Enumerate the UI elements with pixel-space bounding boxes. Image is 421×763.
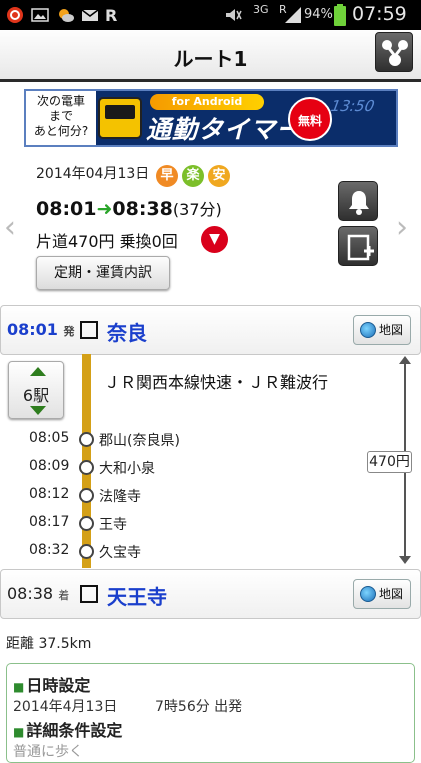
datetime-time: 7時56分 出発	[155, 699, 243, 715]
title-bar: ルート1	[0, 30, 421, 82]
train-line-name: ＪＲ関西本線快速・ＪＲ難波行	[104, 373, 329, 392]
chevron-down-icon: ▼	[209, 231, 220, 247]
train-icon	[98, 97, 142, 139]
app-notification-icon	[7, 7, 23, 23]
clock: 07:59	[352, 3, 407, 25]
page-title: ルート1	[173, 47, 248, 71]
banner-platform: for Android	[150, 94, 264, 110]
stop-row: 08:05 郡山(奈良県)	[29, 430, 180, 449]
arrival-time: 08:38 着	[7, 584, 70, 603]
globe-icon	[360, 322, 376, 338]
stop-row: 08:32 久宝寺	[29, 542, 141, 561]
app-logo-icon: R	[105, 6, 117, 24]
banner-digits: 13:50	[327, 97, 378, 115]
previous-route-arrow[interactable]: ‹	[4, 210, 16, 245]
departure-time: 08:01 発	[7, 320, 75, 339]
stop-dot-icon	[79, 432, 94, 447]
image-icon	[31, 8, 49, 22]
ad-banner[interactable]: 次の電車 まで あと何分? for Android 通勤タイマー 無料 13:5…	[24, 89, 398, 147]
fare-breakdown-button[interactable]: 定期・運賃内訳	[36, 256, 170, 290]
datetime-date: 2014年4月13日	[13, 699, 118, 715]
triangle-up-icon	[30, 367, 46, 376]
origin-station-row[interactable]: 08:01 発 奈良 地図	[0, 305, 421, 355]
station-marker-icon	[80, 321, 98, 339]
origin-map-button[interactable]: 地図	[353, 315, 411, 345]
route-distance: 距離 37.5km	[6, 636, 92, 652]
triangle-down-icon	[30, 406, 46, 415]
banner-free-badge: 無料	[288, 97, 332, 141]
mute-icon	[226, 9, 242, 21]
globe-icon	[360, 586, 376, 602]
calendar-add-icon	[347, 234, 374, 261]
badge-cheapest: 安	[208, 165, 230, 187]
expand-details-button[interactable]: ▼	[201, 226, 228, 253]
origin-station-name[interactable]: 奈良	[107, 317, 147, 346]
search-settings-panel[interactable]: 日時設定 2014年4月13日 7時56分 出発 詳細条件設定 普通に歩く	[6, 663, 415, 763]
signal-icon	[285, 7, 301, 23]
stop-dot-icon	[79, 544, 94, 559]
next-route-arrow[interactable]: ›	[396, 210, 408, 245]
destination-station-row[interactable]: 08:38 着 天王寺 地図	[0, 569, 421, 619]
battery-percent: 94%	[304, 7, 333, 22]
add-calendar-button[interactable]	[338, 226, 378, 266]
stop-dot-icon	[79, 460, 94, 475]
mail-icon	[81, 9, 99, 21]
status-bar: R 3G R 94% 07:59	[0, 0, 421, 30]
stop-row: 08:09 大和小泉	[29, 458, 155, 477]
destination-station-name[interactable]: 天王寺	[107, 581, 167, 610]
banner-tagline: 次の電車 まで あと何分?	[26, 91, 96, 145]
datetime-heading: 日時設定	[13, 672, 90, 696]
svg-text:R: R	[105, 6, 117, 24]
bell-icon	[349, 191, 369, 215]
badge-easiest: 楽	[182, 165, 204, 187]
stop-row: 08:17 王寺	[29, 514, 127, 533]
fare-summary: 片道470円 乗換0回	[36, 232, 178, 251]
battery-icon	[334, 4, 346, 26]
segment-fare: 470円	[367, 451, 412, 473]
stop-dot-icon	[79, 488, 94, 503]
stop-dot-icon	[79, 516, 94, 531]
stations-toggle-button[interactable]: 6駅	[8, 361, 64, 419]
share-icon	[382, 40, 408, 66]
badge-fastest: 早	[156, 165, 178, 187]
detail-value: 普通に歩く	[13, 744, 83, 760]
route-time: 08:01➜08:38(37分)	[36, 198, 222, 220]
banner-product: 通勤タイマー	[146, 115, 303, 144]
route-date: 2014年04月13日	[36, 166, 150, 182]
stop-row: 08:12 法隆寺	[29, 486, 141, 505]
network-type: 3G	[253, 3, 269, 16]
destination-map-button[interactable]: 地図	[353, 579, 411, 609]
detail-heading: 詳細条件設定	[13, 717, 122, 741]
arrow-right-icon: ➜	[96, 198, 113, 220]
weather-icon	[59, 9, 74, 22]
station-marker-icon	[80, 585, 98, 603]
alarm-button[interactable]	[338, 181, 378, 221]
share-button[interactable]	[375, 32, 413, 72]
